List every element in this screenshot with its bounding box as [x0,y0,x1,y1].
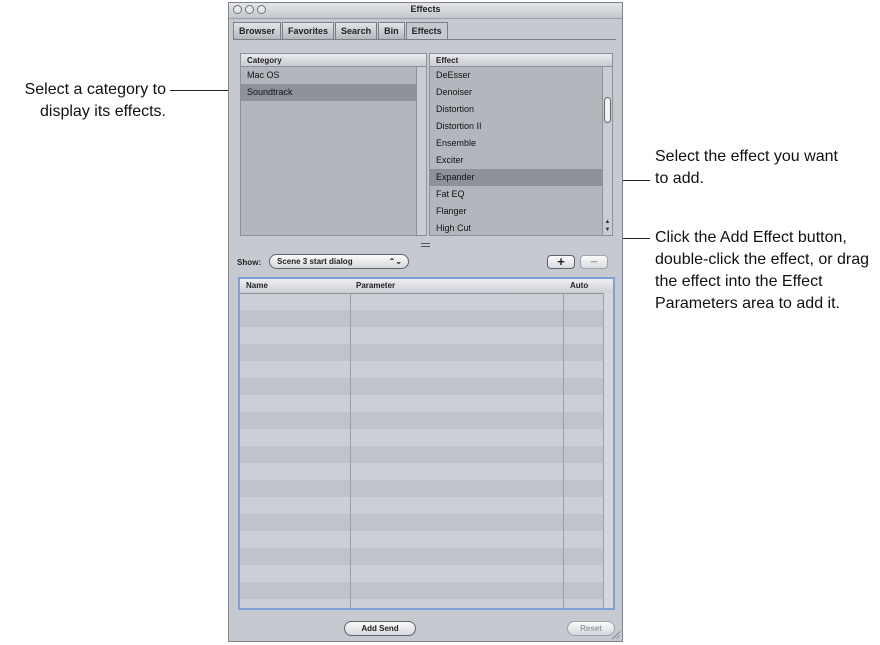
parameters-scrollbar[interactable] [603,293,613,608]
category-item-mac-os[interactable]: Mac OS [241,67,426,84]
effects-window: Effects Browser Favorites Search Bin Eff… [228,2,623,642]
effect-item[interactable]: DeEsser [430,67,612,84]
effect-item[interactable]: Distortion II [430,118,612,135]
category-header[interactable]: Category [241,54,426,67]
effect-header[interactable]: Effect [430,54,612,67]
show-popup-value: Scene 3 start dialog [277,257,353,266]
effect-item[interactable]: Flanger [430,203,612,220]
column-parameter[interactable]: Parameter [356,279,395,293]
effect-item[interactable]: Denoiser [430,84,612,101]
tab-browser[interactable]: Browser [233,22,282,39]
category-item-soundtrack[interactable]: Soundtrack [241,84,426,101]
tab-bin[interactable]: Bin [378,22,405,39]
tab-favorites[interactable]: Favorites [282,22,335,39]
effect-item[interactable]: Exciter [430,152,612,169]
effect-item[interactable]: High Cut [430,220,612,236]
column-auto[interactable]: Auto [570,279,588,293]
scroll-up-icon[interactable]: ▲ [604,219,611,226]
effect-scroll-thumb[interactable] [604,97,611,123]
callout-effect: Select the effect you want to add. [655,148,838,187]
column-name[interactable]: Name [246,279,268,293]
effect-item[interactable]: Distortion [430,101,612,118]
effect-item[interactable]: Ensemble [430,135,612,152]
effect-item-expander[interactable]: Expander [430,169,612,186]
callout-add-button: Click the Add Effect button, double-clic… [655,229,870,312]
show-label: Show: [237,258,261,267]
remove-effect-button[interactable]: − [580,255,608,269]
add-send-button[interactable]: Add Send [344,621,416,636]
tab-search[interactable]: Search [335,22,378,39]
category-scrollbar[interactable] [416,67,426,235]
effect-list[interactable]: Effect DeEsser Denoiser Distortion Disto… [429,53,613,236]
tab-divider [233,39,616,40]
reset-button[interactable]: Reset [567,621,615,636]
title-bar[interactable]: Effects [229,3,622,19]
category-list[interactable]: Category Mac OS Soundtrack [240,53,427,236]
window-title: Effects [410,4,441,14]
updown-arrows-icon: ⌃⌄ [388,257,402,266]
effect-item[interactable]: Fat EQ [430,186,612,203]
tab-effects[interactable]: Effects [405,22,448,39]
resize-grip-icon[interactable] [612,631,620,639]
tab-bar: Browser Favorites Search Bin Effects [233,22,449,39]
parameters-header: Name Parameter Auto [240,279,613,294]
add-effect-button[interactable]: + [547,255,575,269]
pane-splitter[interactable] [421,243,430,247]
show-popup[interactable]: Scene 3 start dialog ⌃⌄ [269,254,409,269]
effect-scrollbar[interactable]: ▲ ▼ [602,67,612,235]
callout-category: Select a category to display its effects… [24,81,166,120]
effect-parameters-table[interactable]: Name Parameter Auto [238,277,615,610]
scroll-down-icon[interactable]: ▼ [604,227,611,234]
